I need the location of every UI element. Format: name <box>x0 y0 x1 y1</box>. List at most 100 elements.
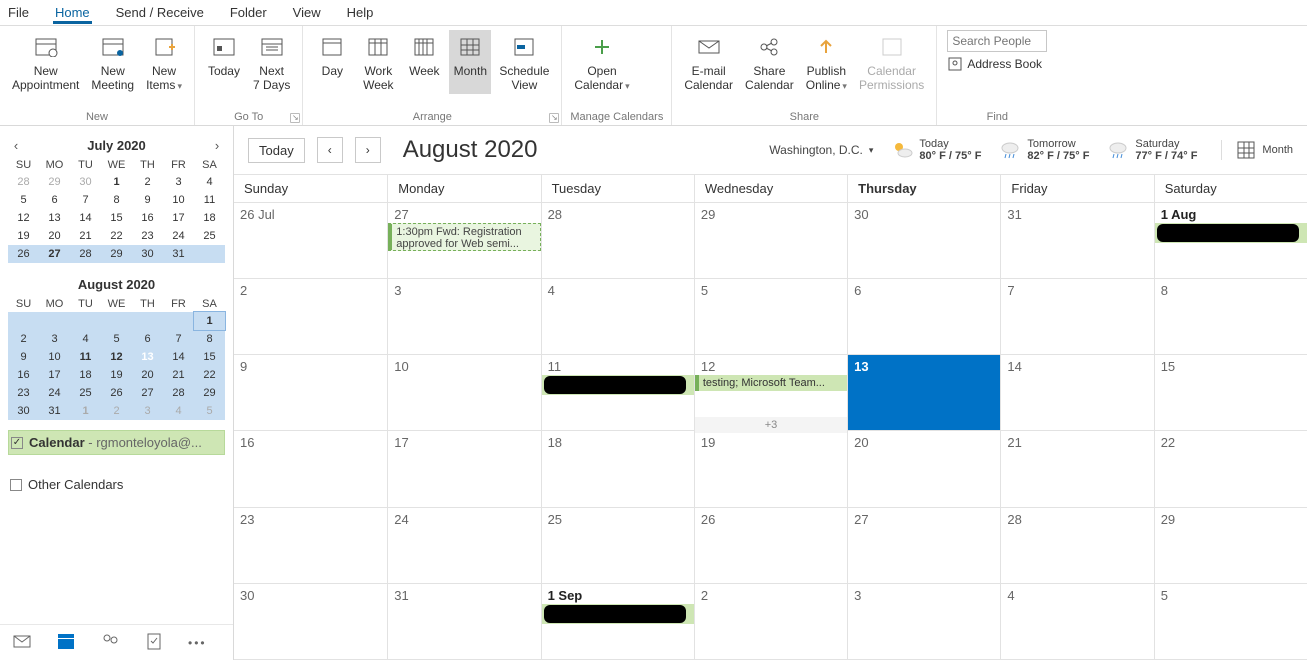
day-cell[interactable]: 31 <box>1000 203 1153 279</box>
day-cell[interactable]: 4 <box>541 279 694 355</box>
goto-today-button[interactable]: Today <box>203 30 245 94</box>
day-cell[interactable]: 28 <box>541 203 694 279</box>
mini-calendar-july[interactable]: SUMOTUWETHFRSA28293012345678910111213141… <box>8 157 225 263</box>
view-switcher[interactable]: Month <box>1221 140 1293 160</box>
today-button[interactable]: Today <box>248 138 305 163</box>
event-item[interactable]: 1:30pm Fwd: Registration approved for We… <box>388 223 540 251</box>
nav-rail: ••• <box>0 624 233 660</box>
day-cell[interactable]: 17 <box>387 431 540 507</box>
nav-tasks-icon[interactable] <box>144 631 164 654</box>
event-item-redacted[interactable] <box>542 375 694 395</box>
day-cell[interactable]: 3 <box>387 279 540 355</box>
day-cell[interactable]: 31 <box>387 584 540 660</box>
day-cell[interactable]: 4 <box>1000 584 1153 660</box>
next-period-button[interactable]: › <box>355 137 381 163</box>
nav-people-icon[interactable] <box>100 631 120 654</box>
day-cell[interactable]: 23 <box>234 508 387 584</box>
menu-file[interactable]: File <box>6 1 31 24</box>
email-calendar-button[interactable]: E-mail Calendar <box>680 30 737 95</box>
event-item-redacted[interactable] <box>542 604 694 624</box>
day-cell[interactable]: 1 Sep <box>541 584 694 660</box>
day-cell[interactable]: 12testing; Microsoft Team...+3 <box>694 355 847 431</box>
day-cell[interactable]: 271:30pm Fwd: Registration approved for … <box>387 203 540 279</box>
day-cell[interactable]: 16 <box>234 431 387 507</box>
day-cell[interactable]: 2 <box>694 584 847 660</box>
dow-sunday: Sunday <box>234 175 387 202</box>
day-cell[interactable]: 22 <box>1154 431 1307 507</box>
event-item[interactable]: testing; Microsoft Team... <box>695 375 847 391</box>
day-cell[interactable]: 13 <box>847 355 1000 431</box>
menu-send-receive[interactable]: Send / Receive <box>114 1 206 24</box>
new-meeting-button[interactable]: New Meeting <box>87 30 138 95</box>
day-cell[interactable]: 7 <box>1000 279 1153 355</box>
day-cell[interactable]: 9 <box>234 355 387 431</box>
mini-next-button[interactable]: › <box>209 138 225 153</box>
menu-help[interactable]: Help <box>345 1 376 24</box>
day-cell[interactable]: 21 <box>1000 431 1153 507</box>
menu-home[interactable]: Home <box>53 1 92 24</box>
nav-mail-icon[interactable] <box>12 631 32 654</box>
day-cell[interactable]: 10 <box>387 355 540 431</box>
day-cell[interactable]: 5 <box>694 279 847 355</box>
new-appointment-button[interactable]: New Appointment <box>8 30 83 95</box>
day-cell[interactable]: 29 <box>1154 508 1307 584</box>
month-grid[interactable]: 26 Jul271:30pm Fwd: Registration approve… <box>234 203 1307 660</box>
publish-online-button[interactable]: Publish Online▾ <box>802 30 851 95</box>
group-launcher-goto[interactable]: ↘ <box>290 113 300 123</box>
day-cell[interactable]: 18 <box>541 431 694 507</box>
weather-location[interactable]: Washington, D.C. ▾ <box>769 143 873 157</box>
day-cell[interactable]: 29 <box>694 203 847 279</box>
day-cell[interactable]: 30 <box>847 203 1000 279</box>
day-cell[interactable]: 26 <box>694 508 847 584</box>
day-cell[interactable]: 20 <box>847 431 1000 507</box>
weather-saturday[interactable]: Saturday77° F / 74° F <box>1107 138 1197 162</box>
nav-more-icon[interactable]: ••• <box>188 636 207 650</box>
open-calendar-button[interactable]: Open Calendar▾ <box>570 30 633 95</box>
address-book-button[interactable]: Address Book <box>947 56 1047 72</box>
weather-tomorrow[interactable]: Tomorrow82° F / 75° F <box>999 138 1089 162</box>
calendar-list-item-other[interactable]: Other Calendars <box>8 473 225 496</box>
mini-prev-button[interactable]: ‹ <box>8 138 24 153</box>
day-cell[interactable]: 15 <box>1154 355 1307 431</box>
day-cell[interactable]: 14 <box>1000 355 1153 431</box>
goto-next7-button[interactable]: Next 7 Days <box>249 30 294 94</box>
day-cell[interactable]: 19 <box>694 431 847 507</box>
calendar-list-item-mine[interactable]: ✓ Calendar - rgmonteloyola@... <box>8 430 225 455</box>
day-cell[interactable]: 11 <box>541 355 694 431</box>
day-cell[interactable]: 25 <box>541 508 694 584</box>
arrange-week-button[interactable]: Week <box>403 30 445 94</box>
search-people-input[interactable] <box>947 30 1047 52</box>
menu-folder[interactable]: Folder <box>228 1 269 24</box>
mini-calendar-august[interactable]: SUMOTUWETHFRSA12345678910111213141516171… <box>8 296 225 420</box>
day-cell[interactable]: 3 <box>847 584 1000 660</box>
arrange-workweek-button[interactable]: Work Week <box>357 30 399 94</box>
rain-icon <box>999 139 1021 161</box>
day-cell[interactable]: 24 <box>387 508 540 584</box>
checkbox-empty-icon[interactable] <box>10 479 22 491</box>
menu-view[interactable]: View <box>291 1 323 24</box>
arrange-day-button[interactable]: Day <box>311 30 353 94</box>
mini-month-nav: ‹ July 2020 › <box>8 138 225 153</box>
arrange-schedule-button[interactable]: Schedule View <box>495 30 553 94</box>
nav-calendar-icon[interactable] <box>56 631 76 654</box>
prev-period-button[interactable]: ‹ <box>317 137 343 163</box>
checkbox-checked-icon[interactable]: ✓ <box>11 437 23 449</box>
day-cell[interactable]: 5 <box>1154 584 1307 660</box>
sidebar: ‹ July 2020 › SUMOTUWETHFRSA282930123456… <box>0 126 234 660</box>
new-items-button[interactable]: New Items▾ <box>142 30 186 95</box>
day-cell[interactable]: 8 <box>1154 279 1307 355</box>
day-cell[interactable]: 30 <box>234 584 387 660</box>
day-cell[interactable]: 26 Jul <box>234 203 387 279</box>
day-cell[interactable]: 28 <box>1000 508 1153 584</box>
arrange-month-button[interactable]: Month <box>449 30 491 94</box>
day-cell[interactable]: 2 <box>234 279 387 355</box>
group-launcher-arrange[interactable]: ↘ <box>549 113 559 123</box>
day-cell[interactable]: 6 <box>847 279 1000 355</box>
day-cell[interactable]: 27 <box>847 508 1000 584</box>
group-label-goto: Go To <box>203 111 294 125</box>
share-calendar-button[interactable]: Share Calendar <box>741 30 798 95</box>
event-item-redacted[interactable] <box>1155 223 1307 243</box>
day-cell[interactable]: 1 Aug <box>1154 203 1307 279</box>
sun-cloud-icon <box>891 139 913 161</box>
weather-today[interactable]: Today80° F / 75° F <box>891 138 981 162</box>
